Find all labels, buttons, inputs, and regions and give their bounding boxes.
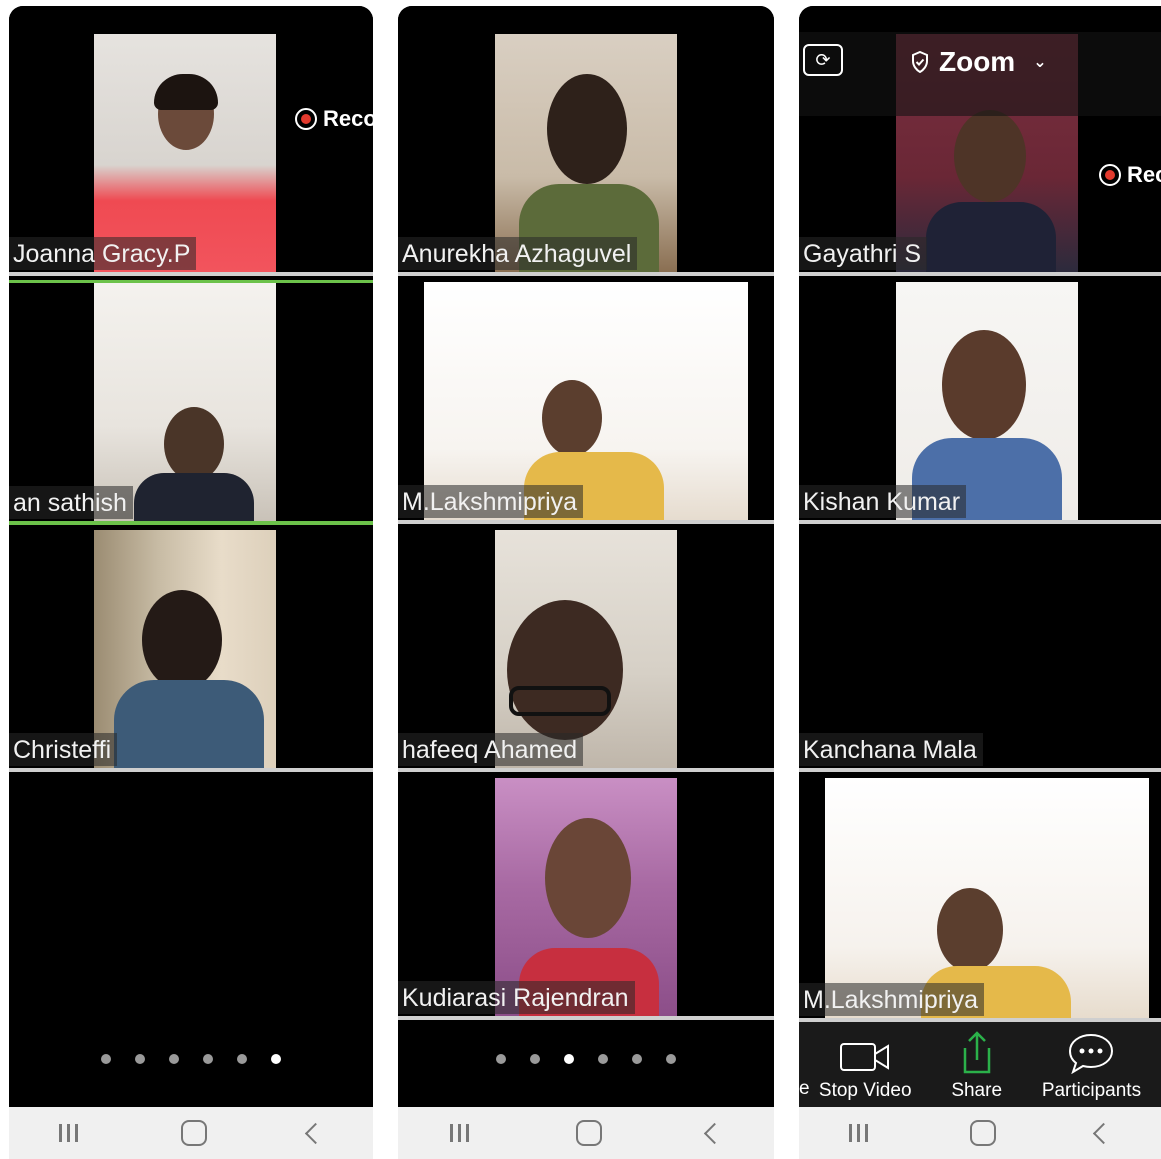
phone-screen-1: Reco Joanna Gracy.P an sathish Christeff…: [9, 6, 373, 1159]
phone-screen-3: ⟳ Zoom ⌄ Rec Gayathri S Kishan Kumar Kan…: [799, 6, 1161, 1159]
video-camera-icon: [840, 1043, 890, 1071]
home-icon[interactable]: [181, 1120, 208, 1146]
phone-screen-2: Anurekha Azhaguvel M.Lakshmipriya hafeeq…: [398, 6, 774, 1159]
page-dot[interactable]: [101, 1054, 111, 1064]
participant-name: Anurekha Azhaguvel: [398, 237, 638, 270]
toolbar-item-partial[interactable]: e: [799, 1078, 810, 1100]
home-icon[interactable]: [970, 1120, 997, 1146]
back-icon[interactable]: [703, 1122, 725, 1144]
video-tile[interactable]: Kishan Kumar: [799, 282, 1161, 524]
share-label: Share: [951, 1080, 1003, 1101]
page-dot[interactable]: [237, 1054, 247, 1064]
video-tile-active-speaker[interactable]: an sathish: [9, 280, 373, 525]
back-icon[interactable]: [1093, 1122, 1115, 1144]
shield-icon: [912, 51, 928, 73]
page-dot[interactable]: [598, 1054, 608, 1064]
page-dot[interactable]: [203, 1054, 213, 1064]
system-nav-bar: [398, 1107, 774, 1159]
participant-name: Kanchana Mala: [799, 733, 983, 766]
status-bar: [398, 6, 774, 32]
recent-apps-icon[interactable]: [848, 1124, 871, 1142]
share-upload-icon: [963, 1031, 990, 1074]
video-tile[interactable]: Anurekha Azhaguvel: [398, 34, 774, 276]
chat-bubble-icon: [1069, 1033, 1114, 1074]
home-icon[interactable]: [576, 1120, 603, 1146]
recording-label: Rec: [1127, 162, 1161, 187]
recent-apps-icon[interactable]: [450, 1124, 472, 1142]
meeting-title-button[interactable]: Zoom ⌄: [911, 46, 1047, 78]
stop-video-button[interactable]: Stop Video: [819, 1040, 912, 1102]
camera-flip-icon[interactable]: ⟳: [803, 44, 843, 76]
page-indicator[interactable]: [398, 1054, 774, 1064]
system-nav-bar: [799, 1107, 1161, 1159]
system-nav-bar: [9, 1107, 373, 1159]
participant-name: Kishan Kumar: [799, 485, 967, 518]
status-bar: [9, 6, 373, 32]
back-icon[interactable]: [304, 1122, 326, 1144]
share-button[interactable]: Share: [951, 1030, 1002, 1102]
recording-label: Reco: [323, 106, 373, 131]
stop-video-label: Stop Video: [818, 1080, 912, 1101]
recording-indicator: Rec: [1099, 162, 1161, 188]
record-icon: [295, 108, 317, 130]
recent-apps-icon[interactable]: [59, 1124, 81, 1142]
recording-indicator: Reco: [295, 106, 373, 132]
page-indicator[interactable]: [9, 1054, 373, 1064]
page-dot[interactable]: [496, 1054, 506, 1064]
chevron-down-icon: ⌄: [1033, 54, 1047, 71]
page-dot-active[interactable]: [564, 1054, 574, 1064]
page-dot[interactable]: [666, 1054, 676, 1064]
status-bar: [799, 6, 1161, 32]
video-tile-empty[interactable]: [9, 778, 373, 1016]
page-dot[interactable]: [169, 1054, 179, 1064]
video-tile[interactable]: Reco Joanna Gracy.P: [9, 34, 373, 276]
video-tile-camera-off[interactable]: Kanchana Mala: [799, 530, 1161, 772]
video-tile[interactable]: M.Lakshmipriya: [398, 282, 774, 524]
page-dot[interactable]: [632, 1054, 642, 1064]
video-tile[interactable]: Kudiarasi Rajendran: [398, 778, 774, 1020]
participant-name: Christeffi: [9, 733, 118, 766]
participant-name: M.Lakshmipriya: [398, 485, 584, 518]
participant-name: hafeeq Ahamed: [398, 733, 584, 766]
participants-button[interactable]: Participants: [1042, 1032, 1141, 1102]
participant-name: Kudiarasi Rajendran: [398, 981, 635, 1014]
video-tile[interactable]: Christeffi: [9, 530, 373, 772]
page-dot[interactable]: [135, 1054, 145, 1064]
participant-name: M.Lakshmipriya: [799, 983, 985, 1016]
participant-name: Gayathri S: [799, 237, 928, 270]
meeting-toolbar: e Stop Video Share Participants: [799, 1022, 1161, 1108]
meeting-title: Zoom: [939, 46, 1016, 77]
page-dot-active[interactable]: [271, 1054, 281, 1064]
participants-label: Participants: [1041, 1080, 1142, 1101]
participant-video: [825, 778, 1149, 1018]
participant-name: Joanna Gracy.P: [9, 237, 197, 270]
record-icon: [1099, 164, 1121, 186]
video-tile[interactable]: hafeeq Ahamed: [398, 530, 774, 772]
participant-video: [94, 530, 276, 768]
video-tile[interactable]: M.Lakshmipriya: [799, 778, 1161, 1022]
page-dot[interactable]: [530, 1054, 540, 1064]
participant-name: an sathish: [9, 486, 133, 519]
